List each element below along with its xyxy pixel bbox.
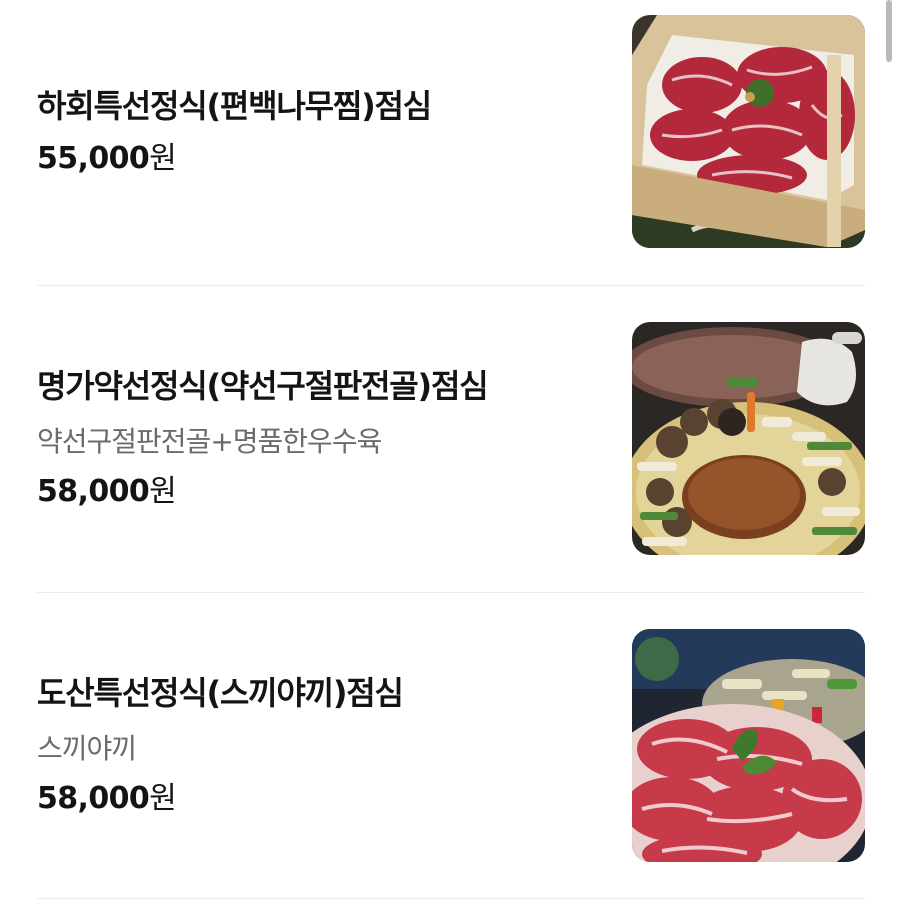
menu-item-description: 스끼야끼 <box>37 732 137 765</box>
menu-item-price: 58,000원 <box>37 472 177 512</box>
menu-item-name: 하회특선정식(편백나무찜)점심 <box>37 87 432 125</box>
menu-item-name: 도산특선정식(스끼야끼)점심 <box>37 674 404 712</box>
menu-item-price: 58,000원 <box>37 779 177 819</box>
scrollbar[interactable] <box>886 0 892 62</box>
menu-item[interactable]: 도산특선정식(스끼야끼)점심 스끼야끼 58,000원 <box>37 629 865 863</box>
menu-item-photo[interactable] <box>632 629 865 862</box>
price-value: 58,000 <box>37 781 150 816</box>
menu-divider <box>37 285 865 286</box>
price-value: 55,000 <box>37 141 150 176</box>
menu-divider <box>37 898 865 899</box>
menu-item[interactable]: 명가약선정식(약선구절판전골)점심 약선구절판전골+명품한우수육 58,000원 <box>37 322 865 556</box>
menu-item-price: 55,000원 <box>37 139 177 179</box>
menu-item-photo[interactable] <box>632 15 865 248</box>
menu-item-name: 명가약선정식(약선구절판전골)점심 <box>37 367 489 405</box>
price-currency: 원 <box>149 781 177 816</box>
price-value: 58,000 <box>37 474 150 509</box>
menu-item[interactable]: 하회특선정식(편백나무찜)점심 55,000원 <box>37 15 865 249</box>
menu-divider <box>37 592 865 593</box>
price-currency: 원 <box>149 141 177 176</box>
menu-list: 하회특선정식(편백나무찜)점심 55,000원 명가약선정식(약선구절판전골)점… <box>0 0 900 910</box>
price-currency: 원 <box>149 474 177 509</box>
menu-item-photo[interactable] <box>632 322 865 555</box>
menu-item-description: 약선구절판전골+명품한우수육 <box>37 425 382 458</box>
